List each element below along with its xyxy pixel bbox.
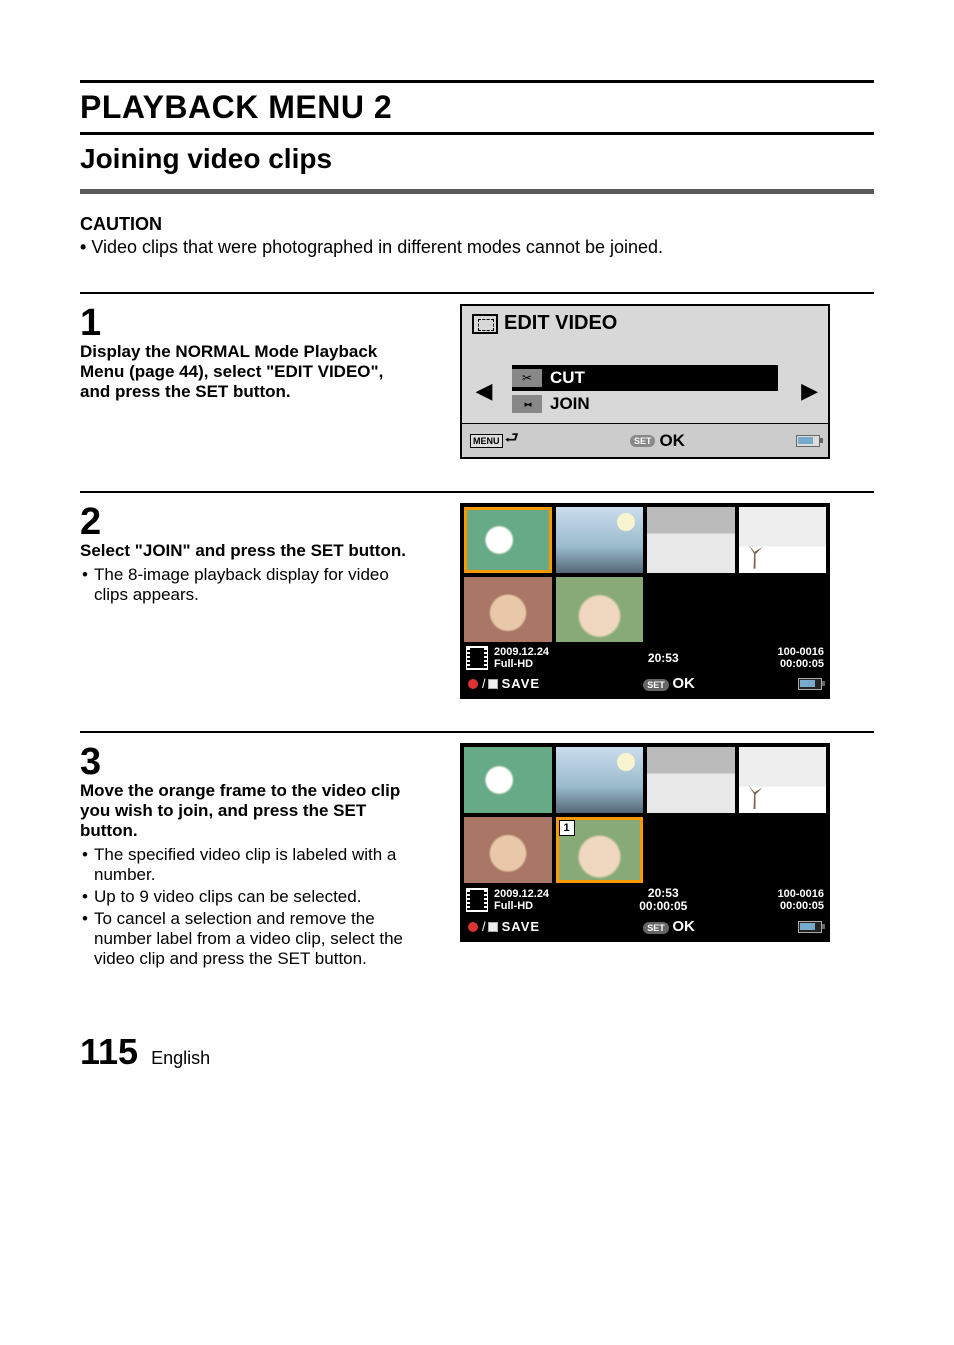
- step-number: 2: [80, 503, 114, 541]
- join-icon: [512, 395, 542, 413]
- clip-duration: 00:00:05: [778, 658, 825, 670]
- clip-time: 20:53: [549, 887, 777, 900]
- save-button[interactable]: SAVE: [502, 919, 540, 934]
- slash: /: [482, 676, 486, 691]
- edit-video-screen: EDIT VIDEO ◀ CUT JOIN ▶ MENU: [460, 304, 830, 459]
- battery-icon: [798, 678, 822, 690]
- menu-option-label: JOIN: [550, 394, 590, 414]
- ok-label[interactable]: OK: [672, 675, 695, 692]
- step-number: 1: [80, 304, 114, 342]
- stop-icon: [488, 922, 498, 932]
- clip-fileno: 100-0016: [778, 888, 825, 900]
- ok-label[interactable]: OK: [672, 918, 695, 935]
- chapter-title: PLAYBACK MENU 2: [80, 80, 874, 135]
- clip-duration: 00:00:05: [778, 900, 825, 912]
- clip-date: 2009.12.24: [494, 646, 549, 658]
- film-icon: [466, 888, 488, 912]
- page-language: English: [151, 1048, 210, 1068]
- step-title: Select "JOIN" and press the SET button.: [80, 541, 408, 561]
- caution-heading: CAUTION: [80, 214, 874, 235]
- record-icon: [468, 679, 478, 689]
- clip-mid-second: 00:00:05: [549, 900, 777, 913]
- page-number: 115: [80, 1031, 138, 1072]
- record-icon: [468, 922, 478, 932]
- section-title: Joining video clips: [80, 139, 874, 194]
- thumbnail-clip[interactable]: [647, 747, 735, 813]
- set-badge: SET: [643, 679, 669, 691]
- battery-icon: [798, 921, 822, 933]
- join-thumbnails-screen: 2009.12.24 Full-HD 20:53 100-0016 00:00:…: [460, 503, 830, 699]
- arrow-left-icon[interactable]: ◀: [472, 378, 496, 404]
- step-2: 2 Select "JOIN" and press the SET button…: [80, 491, 874, 699]
- thumbnail-clip[interactable]: [739, 747, 827, 813]
- film-icon: [466, 646, 488, 670]
- step-bullet: The 8-image playback display for video c…: [80, 565, 408, 605]
- stop-icon: [488, 679, 498, 689]
- thumbnail-clip[interactable]: 1: [556, 817, 644, 883]
- step-3: 3 Move the orange frame to the video cli…: [80, 731, 874, 971]
- step-bullet: To cancel a selection and remove the num…: [80, 909, 408, 969]
- caution-list: Video clips that were photographed in di…: [80, 237, 874, 258]
- clip-fileno: 100-0016: [778, 646, 825, 658]
- menu-option-label: CUT: [550, 368, 585, 388]
- back-icon: ⮐: [505, 427, 519, 454]
- thumbnail-clip[interactable]: [556, 507, 644, 573]
- arrow-right-icon[interactable]: ▶: [794, 378, 818, 404]
- battery-icon: [796, 435, 820, 447]
- menu-option-cut[interactable]: CUT: [512, 365, 778, 391]
- thumbnail-clip[interactable]: [464, 577, 552, 643]
- ok-label[interactable]: OK: [659, 431, 685, 451]
- thumbnail-clip[interactable]: [647, 507, 735, 573]
- clip-time: 20:53: [549, 652, 777, 665]
- thumbnail-clip[interactable]: [556, 747, 644, 813]
- set-badge: SET: [630, 435, 656, 447]
- menu-option-join[interactable]: JOIN: [512, 391, 778, 417]
- menu-button[interactable]: MENU: [470, 434, 503, 448]
- step-title: Display the NORMAL Mode Playback Menu (p…: [80, 342, 408, 402]
- slash: /: [482, 919, 486, 934]
- edit-video-icon: [472, 314, 498, 334]
- thumbnail-clip[interactable]: [464, 747, 552, 813]
- clip-mode: Full-HD: [494, 658, 549, 670]
- thumbnail-clip[interactable]: [464, 817, 552, 883]
- thumbnail-clip[interactable]: [739, 507, 827, 573]
- page-footer: 115 English: [80, 1031, 874, 1073]
- join-thumbnails-numbered-screen: 1 2009.12.24 Full-HD 20:53 00:00:05 100-…: [460, 743, 830, 942]
- set-badge: SET: [643, 922, 669, 934]
- cut-icon: [512, 369, 542, 387]
- step-bullet: Up to 9 video clips can be selected.: [80, 887, 408, 907]
- step-number: 3: [80, 743, 114, 781]
- thumbnail-clip[interactable]: [556, 577, 644, 643]
- step-title: Move the orange frame to the video clip …: [80, 781, 408, 841]
- clip-date: 2009.12.24: [494, 888, 549, 900]
- step-bullet: The specified video clip is labeled with…: [80, 845, 408, 885]
- clip-mode: Full-HD: [494, 900, 549, 912]
- step-1: 1 Display the NORMAL Mode Playback Menu …: [80, 292, 874, 459]
- caution-item: Video clips that were photographed in di…: [80, 237, 874, 258]
- selection-number-badge: 1: [559, 820, 575, 836]
- save-button[interactable]: SAVE: [502, 676, 540, 691]
- thumbnail-clip[interactable]: [464, 507, 552, 573]
- screen-title: EDIT VIDEO: [504, 312, 617, 335]
